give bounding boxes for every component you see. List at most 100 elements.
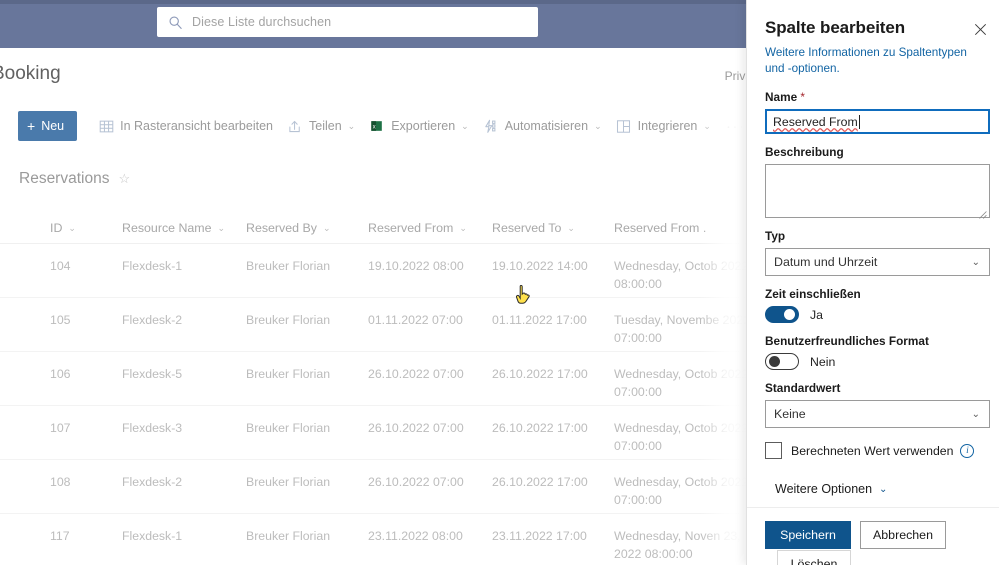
edit-column-panel: Spalte bearbeiten Weitere Informationen … <box>746 0 999 565</box>
chevron-down-icon: ⌄ <box>971 256 980 268</box>
command-automate[interactable]: Automatisieren ⌄ <box>476 110 609 142</box>
column-header-reserved-from-friendly-label: Reserved From . <box>614 221 707 235</box>
command-export-label: Exportieren <box>391 119 456 133</box>
cell-resource-name: Flexdesk-5 <box>122 367 183 381</box>
more-options-label: Weitere Optionen <box>775 482 873 496</box>
column-header-reserved-from-friendly[interactable]: Reserved From . <box>614 221 764 235</box>
more-options-toggle[interactable]: Weitere Optionen ⌄ <box>775 482 981 496</box>
panel-footer-buttons: Speichern Abbrechen <box>765 521 999 549</box>
type-select[interactable]: Datum und Uhrzeit ⌄ <box>765 248 990 276</box>
name-field-label-text: Name <box>765 90 798 104</box>
cell-id: 104 <box>50 259 71 273</box>
include-time-row: Ja <box>765 306 981 323</box>
calculated-value-row: Berechneten Wert verwenden i <box>765 442 981 459</box>
default-value-select-value: Keine <box>774 407 806 421</box>
command-share[interactable]: Teilen ⌄ <box>280 110 362 142</box>
name-field-label: Name * <box>765 90 981 104</box>
default-value-select[interactable]: Keine ⌄ <box>765 400 990 428</box>
cell-reserved-to: 23.11.2022 17:00 <box>492 529 587 543</box>
cell-resource-name: Flexdesk-2 <box>122 313 183 327</box>
cell-reserved-to: 26.10.2022 17:00 <box>492 367 588 381</box>
cancel-button[interactable]: Abbrechen <box>860 521 946 549</box>
toggle-knob <box>769 356 780 367</box>
column-header-id[interactable]: ID ⌄ <box>0 221 122 235</box>
close-icon[interactable] <box>969 18 991 40</box>
share-icon <box>287 118 303 134</box>
chevron-down-icon: ⌄ <box>594 120 602 131</box>
table-row[interactable]: 106 Flexdesk-5 Breuker Florian 26.10.202… <box>0 352 770 406</box>
command-integrate-label: Integrieren <box>637 119 698 133</box>
automate-flow-icon <box>483 118 499 134</box>
column-header-reserved-by-label: Reserved By <box>246 221 317 235</box>
required-marker: * <box>800 90 806 104</box>
search-input[interactable]: Diese Liste durchsuchen <box>157 7 538 37</box>
table-row[interactable]: 104 Flexdesk-1 Breuker Florian 19.10.202… <box>0 244 770 298</box>
default-value-label: Standardwert <box>765 381 841 395</box>
command-share-label: Teilen <box>309 119 342 133</box>
cell-reserved-to: 26.10.2022 17:00 <box>492 475 588 489</box>
chevron-down-icon: ⌄ <box>879 483 888 495</box>
description-field-label: Beschreibung <box>765 145 844 159</box>
cell-reserved-from-friendly: Wednesday, Noven 23, 2022 08:00:00 <box>614 529 741 561</box>
reservations-table: ID ⌄ Resource Name ⌄ Reserved By ⌄ Reser… <box>0 213 770 565</box>
chevron-down-icon: ⌄ <box>461 120 469 131</box>
info-icon[interactable]: i <box>960 443 975 458</box>
resize-grip-icon[interactable] <box>978 206 987 219</box>
command-export[interactable]: x Exportieren ⌄ <box>362 110 475 142</box>
cell-reserved-to: 26.10.2022 17:00 <box>492 421 588 435</box>
plus-icon: + <box>27 118 36 134</box>
column-header-reserved-to-label: Reserved To <box>492 221 562 235</box>
default-value-group: Standardwert Keine ⌄ <box>765 381 990 428</box>
cell-reserved-from: 26.10.2022 07:00 <box>368 475 464 489</box>
favorite-star-icon[interactable]: ☆ <box>118 171 130 187</box>
svg-text:x: x <box>373 124 376 131</box>
cell-id: 106 <box>50 367 71 381</box>
name-field-group: Name * Reserved From <box>765 90 990 134</box>
column-header-reserved-by[interactable]: Reserved By ⌄ <box>246 221 368 235</box>
excel-export-icon: x <box>369 118 385 134</box>
chevron-down-icon: ⌄ <box>971 408 980 420</box>
table-header-row: ID ⌄ Resource Name ⌄ Reserved By ⌄ Reser… <box>0 213 770 244</box>
friendly-format-row: Nein <box>765 353 981 370</box>
cell-resource-name: Flexdesk-1 <box>122 259 183 273</box>
page-title: Booking <box>0 63 61 84</box>
column-header-reserved-to[interactable]: Reserved To ⌄ <box>492 221 614 235</box>
search-icon <box>167 14 183 30</box>
cell-reserved-from: 01.11.2022 07:00 <box>368 313 463 327</box>
delete-button[interactable]: Löschen <box>777 550 851 565</box>
command-edit-grid-view[interactable]: In Rasteransicht bearbeiten <box>91 110 280 142</box>
calculated-value-checkbox[interactable] <box>765 442 782 459</box>
cell-id: 117 <box>50 529 70 543</box>
chevron-down-icon: ⌄ <box>347 120 356 131</box>
include-time-state: Ja <box>810 307 823 322</box>
include-time-group: Zeit einschließen Ja <box>765 287 981 323</box>
type-field-label: Typ <box>765 229 786 243</box>
cell-reserved-from: 23.11.2022 08:00 <box>368 529 463 543</box>
cell-resource-name: Flexdesk-1 <box>122 529 183 543</box>
list-view-name: Reservations <box>19 170 110 187</box>
chevron-down-icon: ⌄ <box>567 222 575 233</box>
table-row[interactable]: 107 Flexdesk-3 Breuker Florian 26.10.202… <box>0 406 770 460</box>
cell-reserved-by: Breuker Florian <box>246 475 331 489</box>
new-button[interactable]: + Neu <box>18 111 78 141</box>
chevron-down-icon: ⌄ <box>459 222 467 233</box>
column-header-reserved-from[interactable]: Reserved From ⌄ <box>368 221 492 235</box>
chevron-down-icon: ⌄ <box>322 222 331 233</box>
cell-reserved-by: Breuker Florian <box>246 421 331 435</box>
column-header-id-label: ID <box>50 221 63 235</box>
command-integrate[interactable]: Integrieren ⌄ <box>609 110 718 142</box>
name-input[interactable]: Reserved From <box>765 109 990 134</box>
description-textarea[interactable] <box>765 164 990 219</box>
friendly-format-label: Benutzerfreundliches Format <box>765 334 929 348</box>
toggle-knob <box>784 309 795 320</box>
save-button[interactable]: Speichern <box>765 521 851 549</box>
table-row[interactable]: 108 Flexdesk-2 Breuker Florian 26.10.202… <box>0 460 770 514</box>
table-row[interactable]: 117 Flexdesk-1 Breuker Florian 23.11.202… <box>0 514 770 565</box>
friendly-format-toggle[interactable] <box>765 353 799 370</box>
column-types-help-link[interactable]: Weitere Informationen zu Spaltentypen un… <box>765 45 981 77</box>
table-row[interactable]: 105 Flexdesk-2 Breuker Florian 01.11.202… <box>0 298 770 352</box>
cell-id: 108 <box>50 475 71 489</box>
column-header-resource-name[interactable]: Resource Name ⌄ <box>122 221 246 235</box>
include-time-toggle[interactable] <box>765 306 799 323</box>
type-select-value: Datum und Uhrzeit <box>774 255 878 269</box>
